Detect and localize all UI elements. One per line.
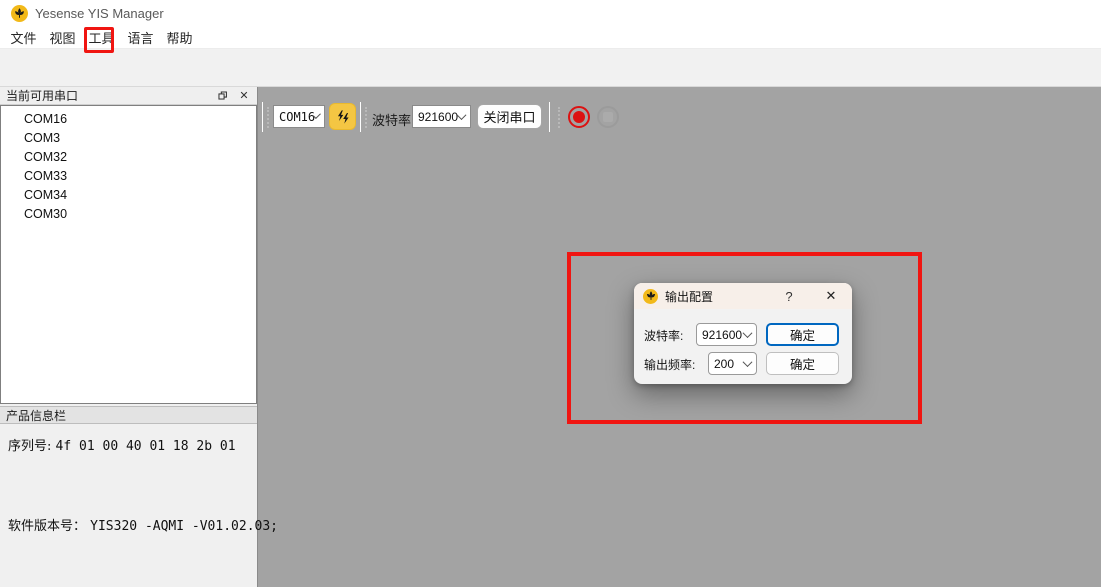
close-panel-button[interactable]: ✕: [235, 89, 253, 103]
serial-number-value: 4f 01 00 40 01 18 2b 01: [56, 439, 236, 454]
dialog-freq-value: 200: [714, 357, 734, 371]
menu-item-help[interactable]: 帮助: [166, 28, 193, 47]
serial-number-label: 序列号:: [8, 439, 51, 454]
toolbar-separator: [262, 102, 263, 132]
list-item-com3[interactable]: COM3: [1, 129, 256, 148]
com-port-value: COM16: [279, 110, 315, 124]
list-item-com33[interactable]: COM33: [1, 167, 256, 186]
app-window: Yesense YIS Manager 文件 视图 工具 语言 帮助: [0, 0, 1101, 587]
baud-rate-label: 波特率:: [372, 110, 415, 129]
software-version-label: 软件版本号：: [8, 519, 86, 534]
toolbar-separator: [549, 102, 550, 132]
menu-item-file[interactable]: 文件: [10, 28, 37, 47]
toolbar-grip[interactable]: [558, 107, 561, 128]
list-item-com32[interactable]: COM32: [1, 148, 256, 167]
list-item-com30[interactable]: COM30: [1, 205, 256, 224]
close-serial-port-button[interactable]: 关闭串口: [477, 104, 542, 129]
dialog-help-button[interactable]: ?: [778, 289, 800, 304]
serial-number-line: 序列号: 4f 01 00 40 01 18 2b 01: [8, 435, 236, 454]
dialog-close-button[interactable]: ✕: [818, 288, 844, 304]
output-config-dialog: 输出配置 ? ✕ 波特率: 921600 确定 输出频率: 200 确定: [634, 283, 852, 384]
stop-icon: [597, 106, 619, 128]
lightning-refresh-icon: [334, 108, 352, 126]
yesense-logo-icon: [643, 289, 658, 304]
dialog-baud-label: 波特率:: [644, 327, 683, 344]
dialog-title-bar: 输出配置 ? ✕: [634, 283, 852, 309]
float-panel-button[interactable]: [213, 89, 231, 103]
menu-bar: 文件 视图 工具 语言 帮助: [0, 26, 1101, 49]
serial-ports-panel-header: 当前可用串口 ✕: [0, 87, 257, 105]
refresh-ports-button[interactable]: [329, 103, 356, 130]
com-port-select[interactable]: COM16: [273, 105, 325, 128]
serial-ports-panel: 当前可用串口 ✕ COM16 COM3 COM32 COM33 COM34 CO…: [0, 87, 258, 587]
stop-button[interactable]: [595, 104, 621, 130]
title-bar: Yesense YIS Manager: [0, 0, 1101, 26]
yesense-logo-icon: [11, 5, 28, 22]
list-item-com16[interactable]: COM16: [1, 110, 256, 129]
dialog-baud-ok-button[interactable]: 确定: [766, 323, 839, 346]
menu-item-tools[interactable]: 工具: [88, 28, 115, 47]
software-version-value: YIS320 -AQMI -V01.02.03;: [90, 519, 278, 534]
chevron-down-icon: [457, 110, 467, 120]
window-title: Yesense YIS Manager: [35, 6, 164, 21]
list-item-com34[interactable]: COM34: [1, 186, 256, 205]
record-button[interactable]: [566, 104, 592, 130]
dialog-baud-select[interactable]: 921600: [696, 323, 757, 346]
serial-port-list[interactable]: COM16 COM3 COM32 COM33 COM34 COM30: [0, 105, 257, 404]
product-info-header: 产品信息栏: [0, 406, 257, 424]
toolbar-separator: [360, 102, 361, 132]
chevron-down-icon: [743, 328, 753, 338]
dialog-baud-value: 921600: [702, 328, 742, 342]
toolbar-grip[interactable]: [267, 107, 270, 128]
baud-rate-select[interactable]: 921600: [412, 105, 471, 128]
record-icon: [568, 106, 590, 128]
dialog-title: 输出配置: [665, 288, 778, 305]
menu-item-view[interactable]: 视图: [49, 28, 76, 47]
float-window-icon: [217, 90, 228, 101]
dialog-freq-select[interactable]: 200: [708, 352, 757, 375]
baud-rate-value: 921600: [418, 110, 458, 124]
serial-ports-panel-title: 当前可用串口: [6, 87, 213, 104]
dialog-freq-ok-button[interactable]: 确定: [766, 352, 839, 375]
toolbar: UTC COM16: [0, 49, 1101, 87]
menu-item-language[interactable]: 语言: [127, 28, 154, 47]
toolbar-grip[interactable]: [365, 107, 368, 128]
product-info-title: 产品信息栏: [6, 407, 66, 424]
software-version-line: 软件版本号： YIS320 -AQMI -V01.02.03;: [8, 515, 278, 534]
dialog-freq-label: 输出频率:: [644, 356, 695, 373]
chevron-down-icon: [743, 357, 753, 367]
